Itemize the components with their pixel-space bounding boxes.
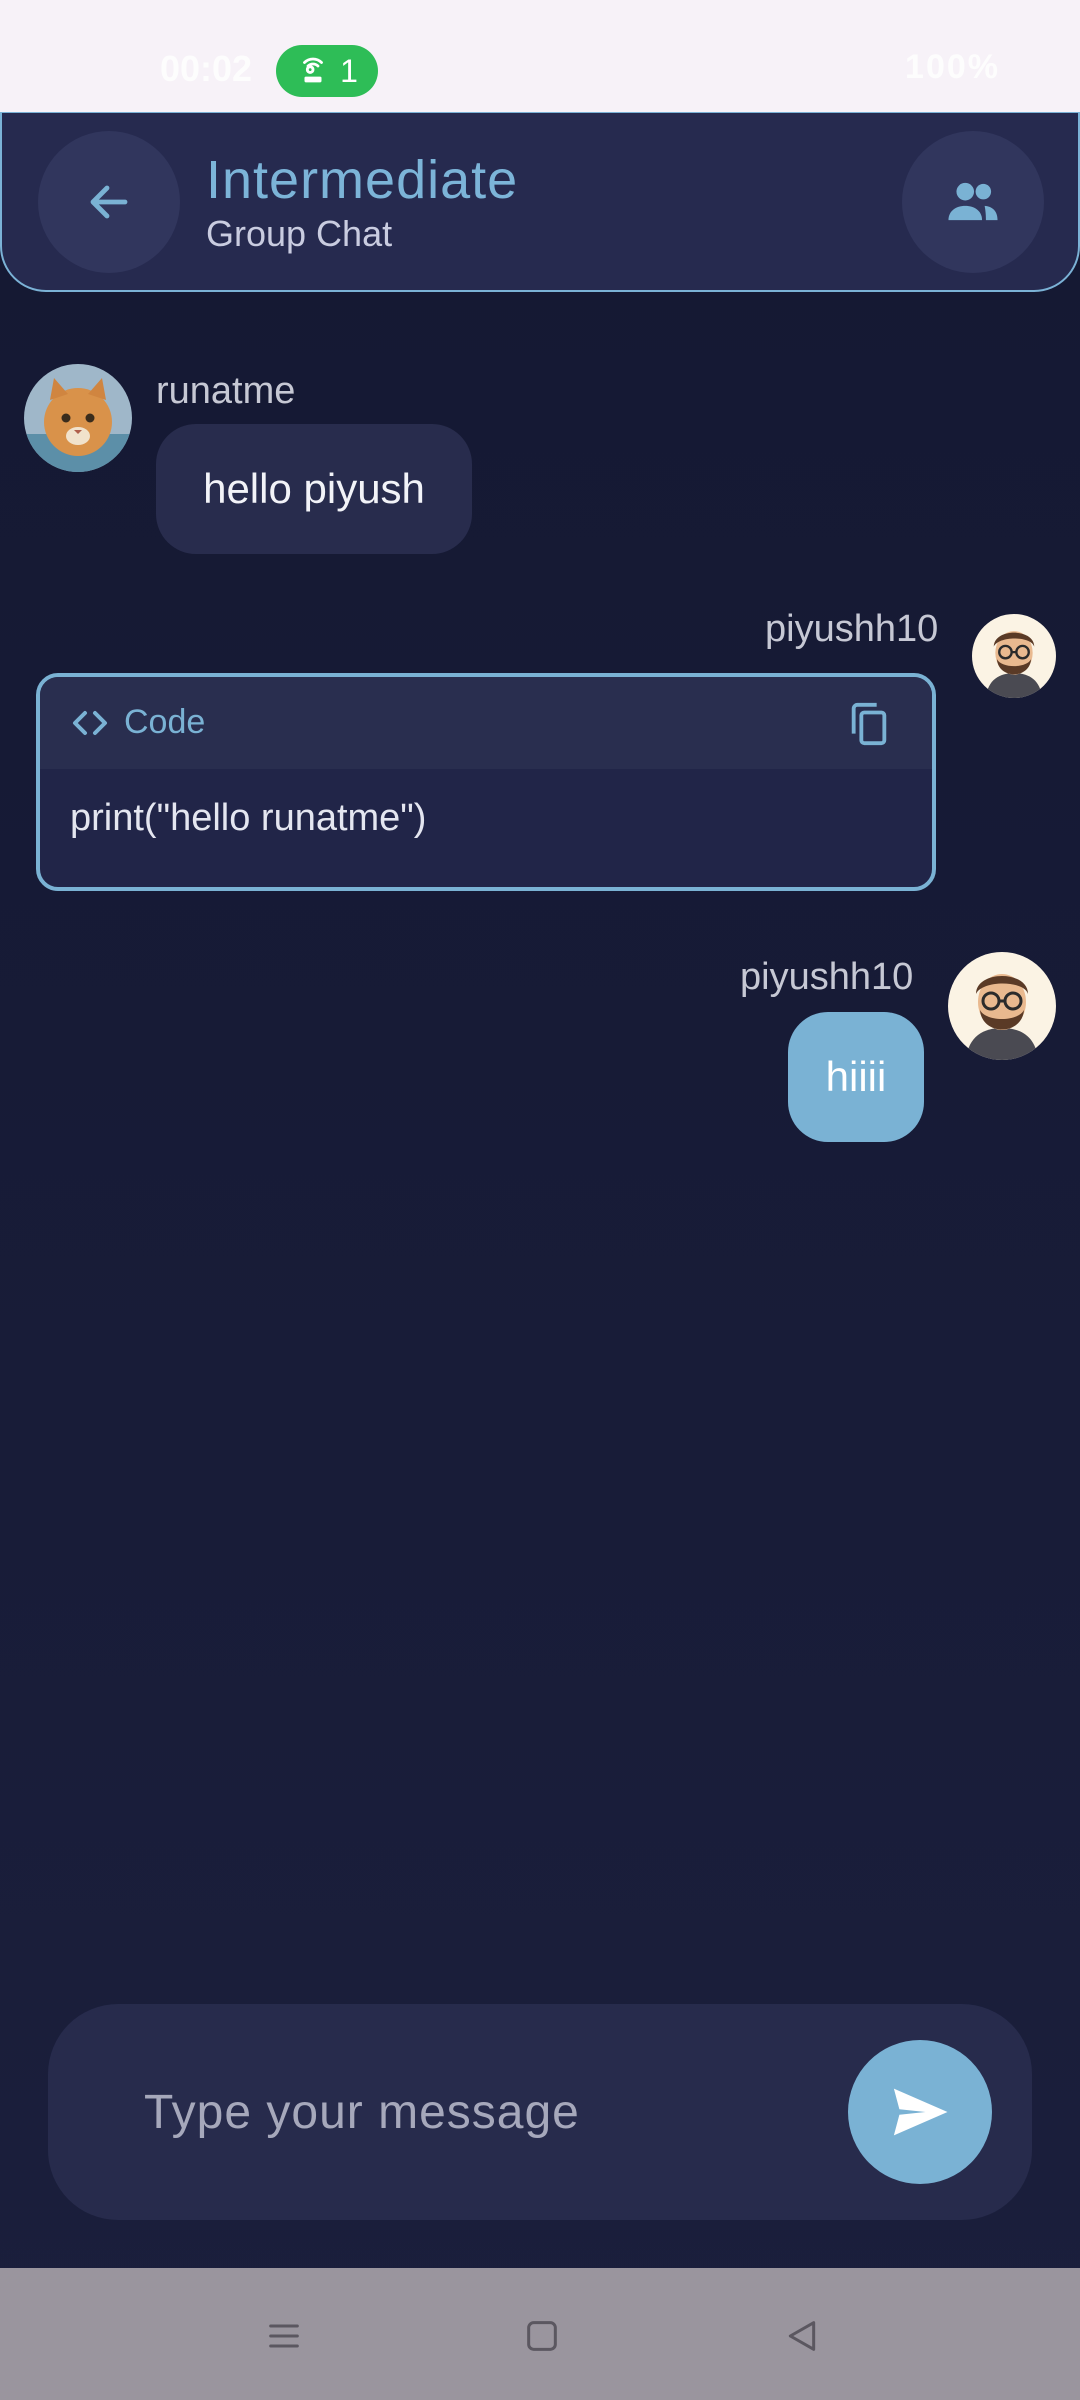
hotspot-indicator[interactable]: 1 — [276, 45, 378, 97]
chat-header: Intermediate Group Chat — [0, 112, 1080, 292]
chat-subtitle: Group Chat — [206, 213, 393, 254]
avatar-runatme[interactable] — [24, 364, 132, 472]
message-composer — [48, 2004, 1032, 2220]
back-button[interactable] — [38, 131, 180, 273]
code-icon — [73, 711, 107, 735]
code-content: print("hello runatme") — [70, 797, 427, 839]
message-bubble[interactable]: hello piyush — [156, 424, 472, 554]
group-icon — [948, 182, 998, 221]
menu-icon — [269, 2324, 299, 2348]
hotspot-count: 1 — [340, 52, 358, 89]
code-message[interactable]: Code print("hello runatme") — [36, 673, 936, 891]
home-icon — [527, 2321, 557, 2351]
system-nav-bar — [0, 2268, 1080, 2400]
chat-screen: 00:02 1 100% Intermediate Group Chat run… — [0, 0, 1080, 2400]
avatar-piyushh10[interactable] — [948, 952, 1056, 1060]
status-bar: 00:02 1 100% — [0, 0, 1080, 112]
copy-icon[interactable] — [846, 699, 892, 749]
status-time: 00:02 — [160, 48, 253, 89]
message-bubble[interactable]: hiiii — [788, 1012, 924, 1142]
avatar-piyushh10[interactable] — [972, 614, 1056, 698]
chat-title: Intermediate — [206, 150, 519, 210]
battery-level: 100% — [905, 48, 1000, 86]
hotspot-icon — [303, 57, 324, 83]
sender-name: piyushh10 — [765, 608, 939, 650]
back-arrow-icon — [90, 185, 128, 219]
message-input[interactable] — [144, 2062, 864, 2162]
back-nav-button[interactable] — [772, 2308, 832, 2364]
sender-name: runatme — [156, 370, 296, 412]
sender-name: piyushh10 — [740, 956, 914, 998]
send-button[interactable] — [848, 2040, 992, 2184]
code-header: Code — [40, 677, 932, 769]
code-label: Code — [124, 703, 206, 741]
home-button[interactable] — [512, 2308, 572, 2364]
back-triangle-icon — [788, 2321, 816, 2351]
members-button[interactable] — [902, 131, 1044, 273]
send-icon — [893, 2088, 948, 2136]
recent-apps-button[interactable] — [254, 2308, 314, 2364]
